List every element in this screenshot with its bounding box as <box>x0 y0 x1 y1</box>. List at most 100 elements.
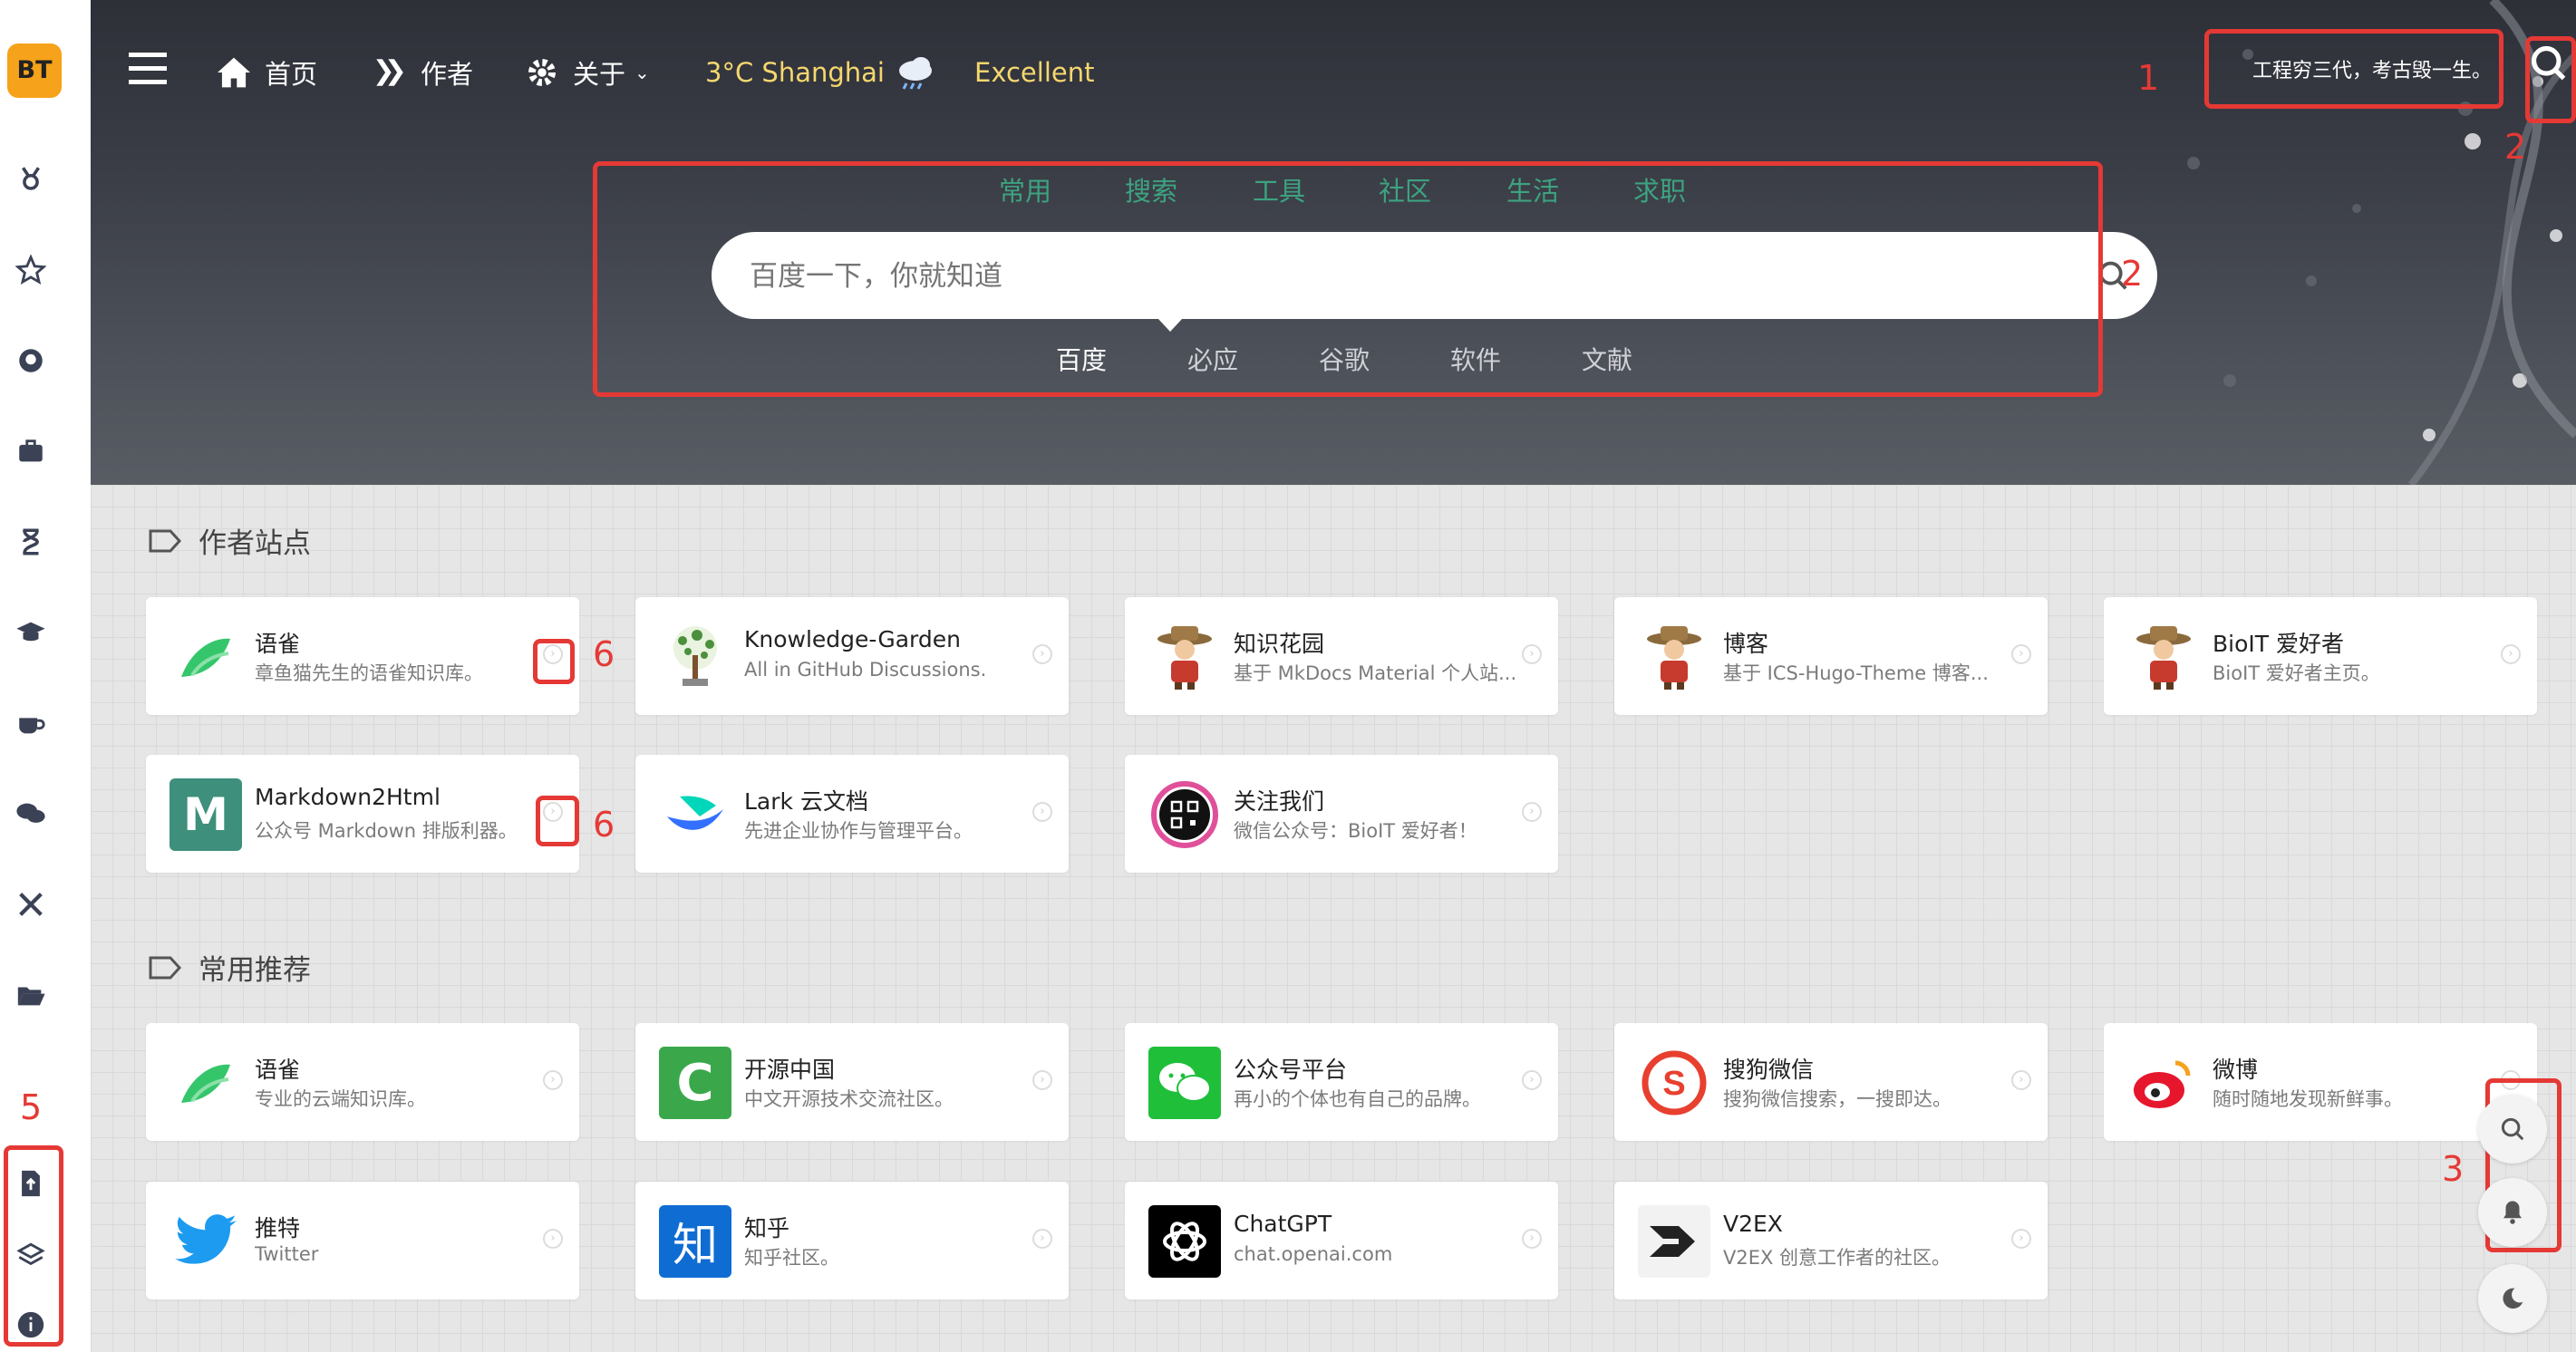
chevron-right-icon[interactable]: › <box>1032 644 1052 664</box>
nav-home[interactable]: 首页 <box>216 50 317 95</box>
nav-about[interactable]: 关于 ⌄ <box>524 50 650 95</box>
card-title: 搜狗微信 <box>1723 1057 1815 1083</box>
section-title-author-sites: 作者站点 <box>148 520 311 561</box>
chevron-right-icon[interactable]: › <box>1032 1229 1052 1249</box>
float-search-button[interactable] <box>2478 1095 2547 1164</box>
zhihu-logo-icon: 知 <box>659 1205 731 1278</box>
float-notification-button[interactable] <box>2478 1178 2547 1247</box>
site-card-yuque[interactable]: 语雀 章鱼猫先生的语雀知识库。 › <box>146 597 579 715</box>
chevron-right-icon[interactable]: › <box>1522 644 1542 664</box>
chevron-right-icon[interactable]: › <box>1522 1070 1542 1090</box>
briefcase-icon[interactable] <box>11 431 51 471</box>
bell-icon <box>2503 1201 2522 1224</box>
folder-open-icon[interactable] <box>11 975 51 1015</box>
chevron-right-icon[interactable]: › <box>1032 802 1052 822</box>
chevron-down-icon: ⌄ <box>634 62 650 83</box>
chevron-right-icon[interactable]: › <box>2011 1070 2031 1090</box>
section-title-recommended: 常用推荐 <box>148 947 311 988</box>
star-icon[interactable] <box>11 250 51 290</box>
chevron-right-icon[interactable]: › <box>1032 1070 1052 1090</box>
air-quality: Excellent <box>974 57 1095 88</box>
site-card-yuque-2[interactable]: 语雀 专业的云端知识库。 › <box>146 1023 579 1141</box>
float-theme-button[interactable] <box>2478 1264 2547 1333</box>
site-card-sogou-wechat[interactable]: S 搜狗微信 搜狗微信搜索，一搜即达。 › <box>1614 1023 2048 1141</box>
qr-code-icon <box>1148 778 1221 851</box>
chevron-right-icon[interactable]: › <box>2011 1229 2031 1249</box>
site-card-twitter[interactable]: 推特 Twitter › <box>146 1182 579 1299</box>
card-title: 公众号平台 <box>1234 1057 1348 1083</box>
weibo-logo-icon <box>2127 1047 2200 1119</box>
annotation-1: 1 <box>2137 58 2160 98</box>
site-card-oschina[interactable]: C 开源中国 中文开源技术交流社区。 › <box>635 1023 1069 1141</box>
site-card-blog[interactable]: 博客 基于 ICS-Hugo-Theme 博客... › <box>1614 597 2048 715</box>
site-card-follow-us[interactable]: 关注我们 微信公众号：BioIT 爱好者！ › <box>1125 755 1558 873</box>
annotation-3: 3 <box>2442 1149 2465 1189</box>
hourglass-icon[interactable] <box>11 522 51 562</box>
chevron-right-icon[interactable]: › <box>543 1229 563 1249</box>
annotation-6b: 6 <box>593 805 615 845</box>
site-card-weibo[interactable]: 微博 随时随地发现新鲜事。 › <box>2104 1023 2537 1141</box>
chevron-right-icon[interactable]: › <box>1522 1229 1542 1249</box>
annotation-6a: 6 <box>593 634 615 674</box>
chevron-right-icon[interactable]: › <box>2501 644 2521 664</box>
tag-icon <box>149 956 182 979</box>
card-desc: Twitter <box>255 1243 319 1265</box>
chevron-right-icon[interactable]: › <box>1522 802 1542 822</box>
site-card-chatgpt[interactable]: ChatGPT chat.openai.com › <box>1125 1182 1558 1299</box>
card-title: 知识花园 <box>1234 631 1325 657</box>
chevron-right-icon[interactable]: › <box>543 1070 563 1090</box>
site-card-knowledge-garden[interactable]: Knowledge-Garden All in GitHub Discussio… <box>635 597 1069 715</box>
explorer-avatar-icon <box>2127 621 2200 693</box>
annotation-box-6b <box>536 796 579 846</box>
oschina-logo-icon: C <box>659 1047 731 1119</box>
card-desc: 基于 MkDocs Material 个人站... <box>1234 662 1517 684</box>
site-card-knowledge-flower[interactable]: 知识花园 基于 MkDocs Material 个人站... › <box>1125 597 1558 715</box>
yuque-logo-icon <box>169 1047 242 1119</box>
header-search-icon[interactable] <box>2529 43 2569 83</box>
sidebar: BT 5 <box>0 0 91 1352</box>
card-desc: chat.openai.com <box>1234 1243 1393 1265</box>
site-card-wechat-mp[interactable]: 公众号平台 再小的个体也有自己的品牌。 › <box>1125 1023 1558 1141</box>
card-title: 开源中国 <box>744 1057 836 1083</box>
site-logo[interactable]: BT <box>7 43 62 98</box>
site-card-markdown2html[interactable]: M Markdown2Html 公众号 Markdown 排版利器。 › <box>146 755 579 873</box>
tag-icon <box>149 529 182 552</box>
nav-author-label: 作者 <box>421 59 474 90</box>
card-title: 语雀 <box>255 1057 301 1083</box>
card-title: ChatGPT <box>1234 1211 1332 1237</box>
site-card-lark[interactable]: Lark 云文档 先进企业协作与管理平台。 › <box>635 755 1069 873</box>
nav-home-label: 首页 <box>265 59 318 90</box>
card-desc: All in GitHub Discussions. <box>744 659 987 681</box>
github-icon[interactable] <box>11 341 51 381</box>
menu-toggle-icon[interactable] <box>129 53 167 85</box>
svg-text:S: S <box>1662 1065 1685 1103</box>
info-icon[interactable] <box>11 1305 51 1345</box>
card-desc: 公众号 Markdown 排版利器。 <box>255 820 518 842</box>
site-card-zhihu[interactable]: 知 知乎 知乎社区。 › <box>635 1182 1069 1299</box>
graduation-cap-icon[interactable] <box>11 613 51 652</box>
twitter-logo-icon <box>169 1205 242 1278</box>
ribbon-icon[interactable] <box>11 159 51 199</box>
lark-logo-icon <box>659 778 731 851</box>
tools-icon[interactable] <box>11 884 51 924</box>
card-desc: V2EX 创意工作者的社区。 <box>1723 1247 1951 1269</box>
site-card-v2ex[interactable]: V2EX V2EX 创意工作者的社区。 › <box>1614 1182 2048 1299</box>
card-desc: 随时随地发现新鲜事。 <box>2213 1088 2403 1110</box>
home-icon <box>218 57 250 88</box>
coffee-icon[interactable] <box>11 703 51 743</box>
layers-icon[interactable] <box>11 1236 51 1276</box>
comments-icon[interactable] <box>11 794 51 834</box>
nav-author[interactable]: 作者 <box>372 50 473 95</box>
card-title: 微博 <box>2213 1057 2259 1083</box>
card-desc: 知乎社区。 <box>744 1247 839 1269</box>
annotation-5: 5 <box>20 1087 43 1127</box>
weather-widget[interactable]: 3°C Shanghai <box>705 50 937 95</box>
file-upload-icon[interactable] <box>11 1164 51 1203</box>
chevron-right-icon[interactable]: › <box>2011 644 2031 664</box>
weather-temperature: 3°C Shanghai <box>705 57 885 88</box>
card-title: Lark 云文档 <box>744 788 868 815</box>
annotation-2-search: 2 <box>2121 254 2144 294</box>
site-card-bioit[interactable]: BioIT 爱好者 BioIT 爱好者主页。 › <box>2104 597 2537 715</box>
card-desc: 专业的云端知识库。 <box>255 1088 426 1110</box>
m-logo-icon: M <box>169 778 242 851</box>
